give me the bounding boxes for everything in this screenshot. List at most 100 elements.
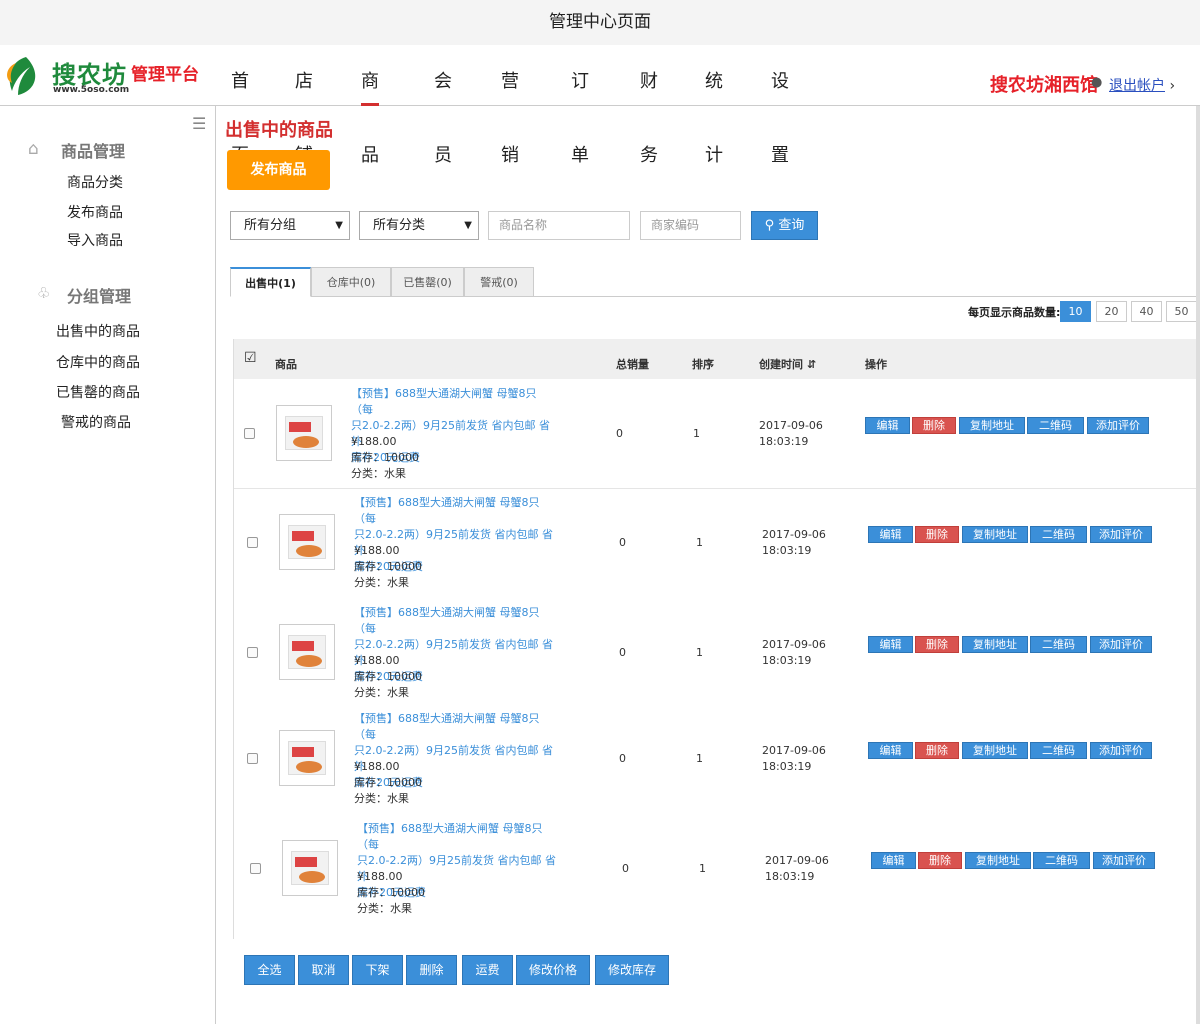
category-select-value: 所有分类 xyxy=(373,218,426,233)
nav-orders[interactable]: 订单 xyxy=(571,45,589,166)
tab-onsale[interactable]: 出售中(1) xyxy=(230,267,311,297)
select-all-checkbox-icon[interactable]: ☑ xyxy=(244,350,257,366)
sort-icon: ⇵ xyxy=(806,358,817,371)
delete-button[interactable]: 删除 xyxy=(915,526,959,543)
nav-marketing[interactable]: 营销 xyxy=(501,45,519,166)
row-checkbox[interactable] xyxy=(247,753,258,764)
product-thumbnail[interactable] xyxy=(279,514,335,570)
nav-finance[interactable]: 财务 xyxy=(640,45,658,166)
qrcode-button[interactable]: 二维码 xyxy=(1030,742,1087,759)
edit-button[interactable]: 编辑 xyxy=(865,417,910,434)
delete-button[interactable]: 删除 xyxy=(918,852,962,869)
add-review-button[interactable]: 添加评价 xyxy=(1090,636,1152,653)
logout-area: ● 退出帐户 › xyxy=(1091,75,1176,95)
delete-button[interactable]: 删除 xyxy=(912,417,956,434)
created-time: 2017-09-06 18:03:19 xyxy=(759,418,823,450)
edit-stock-button[interactable]: 修改库存 xyxy=(595,955,669,985)
scrollbar[interactable] xyxy=(1196,106,1200,1024)
sales-count: 0 xyxy=(616,427,623,440)
publish-button[interactable]: 发布商品 xyxy=(227,150,330,190)
created-time: 2017-09-06 18:03:19 xyxy=(765,853,829,885)
row-actions: 编辑 删除 复制地址 二维码 添加评价 xyxy=(868,636,1158,653)
tab-alert[interactable]: 警戒(0) xyxy=(464,267,534,297)
sidebar-item-categories[interactable]: 商品分类 xyxy=(67,172,123,192)
tab-warehouse[interactable]: 仓库中(0) xyxy=(311,267,391,297)
nav-home[interactable]: 首页 xyxy=(231,45,249,166)
copy-link-button[interactable]: 复制地址 xyxy=(959,417,1025,434)
sidebar-item-publish[interactable]: 发布商品 xyxy=(67,202,123,222)
add-review-button[interactable]: 添加评价 xyxy=(1093,852,1155,869)
page-size-10[interactable]: 10 xyxy=(1060,301,1091,322)
edit-button[interactable]: 编辑 xyxy=(868,636,913,653)
menu-icon[interactable]: ☰ xyxy=(192,114,206,133)
select-all-button[interactable]: 全选 xyxy=(244,955,295,985)
qrcode-button[interactable]: 二维码 xyxy=(1030,636,1087,653)
logo-url: www.5oso.com xyxy=(53,85,130,95)
page-size-label: 每页显示商品数量: xyxy=(968,306,1061,319)
page-size-20[interactable]: 20 xyxy=(1096,301,1127,322)
product-thumbnail[interactable] xyxy=(279,730,335,786)
edit-button[interactable]: 编辑 xyxy=(868,526,913,543)
nav-stats[interactable]: 统计 xyxy=(705,45,723,166)
basket-icon: ♧ xyxy=(37,284,51,302)
shipping-button[interactable]: 运费 xyxy=(462,955,513,985)
row-actions: 编辑 删除 复制地址 二维码 添加评价 xyxy=(865,417,1155,434)
group-select[interactable]: 所有分组 ▼ xyxy=(230,211,350,240)
cancel-button[interactable]: 取消 xyxy=(298,955,349,985)
row-checkbox[interactable] xyxy=(247,647,258,658)
category-select[interactable]: 所有分类 ▼ xyxy=(359,211,479,240)
add-review-button[interactable]: 添加评价 xyxy=(1090,742,1152,759)
tab-soldout[interactable]: 已售罄(0) xyxy=(391,267,464,297)
product-name-line: 【预售】688型大通湖大闸蟹 母蟹8只（每 xyxy=(354,496,540,525)
product-name-input[interactable]: 商品名称 xyxy=(488,211,630,240)
merchant-code-input[interactable]: 商家编码 xyxy=(640,211,741,240)
table-row: 【预售】688型大通湖大闸蟹 母蟹8只（每 只2.0-2.2两）9月25前发货 省… xyxy=(234,601,1198,706)
created-date: 2017-09-06 xyxy=(762,528,826,541)
nav-settings[interactable]: 设置 xyxy=(771,45,789,166)
qrcode-button[interactable]: 二维码 xyxy=(1027,417,1084,434)
sidebar-item-soldout[interactable]: 已售罄的商品 xyxy=(56,382,140,402)
nav-members[interactable]: 会员 xyxy=(434,45,452,166)
sales-count: 0 xyxy=(619,536,626,549)
product-name-line: 【预售】688型大通湖大闸蟹 母蟹8只（每 xyxy=(357,822,543,851)
unlist-button[interactable]: 下架 xyxy=(352,955,403,985)
add-review-button[interactable]: 添加评价 xyxy=(1090,526,1152,543)
chevron-right-icon: › xyxy=(1169,78,1176,94)
header-created[interactable]: 创建时间 ⇵ xyxy=(759,356,816,372)
edit-button[interactable]: 编辑 xyxy=(871,852,916,869)
copy-link-button[interactable]: 复制地址 xyxy=(965,852,1031,869)
qrcode-button[interactable]: 二维码 xyxy=(1033,852,1090,869)
row-checkbox[interactable] xyxy=(247,537,258,548)
nav-products[interactable]: 商品 xyxy=(361,45,379,166)
copy-link-button[interactable]: 复制地址 xyxy=(962,742,1028,759)
sidebar-item-onsale[interactable]: 出售中的商品 xyxy=(56,321,140,341)
row-checkbox[interactable] xyxy=(250,863,261,874)
logout-link[interactable]: 退出帐户 xyxy=(1109,78,1165,94)
row-checkbox[interactable] xyxy=(244,428,255,439)
bulk-delete-button[interactable]: 删除 xyxy=(406,955,457,985)
edit-button[interactable]: 编辑 xyxy=(868,742,913,759)
caret-down-icon: ▼ xyxy=(335,220,343,231)
sidebar: ☰ ⌂ 商品管理 商品分类 发布商品 导入商品 ♧ 分组管理 出售中的商品 仓库… xyxy=(0,106,216,1024)
sidebar-item-import[interactable]: 导入商品 xyxy=(67,230,123,250)
nav-shop[interactable]: 店铺 xyxy=(295,45,313,166)
product-thumbnail[interactable] xyxy=(282,840,338,896)
delete-button[interactable]: 删除 xyxy=(915,742,959,759)
page-size-40[interactable]: 40 xyxy=(1131,301,1162,322)
delete-button[interactable]: 删除 xyxy=(915,636,959,653)
product-name-line: 【预售】688型大通湖大闸蟹 母蟹8只（每 xyxy=(351,387,537,416)
created-clock: 18:03:19 xyxy=(762,654,812,667)
search-button[interactable]: ⚲ 查询 xyxy=(751,211,818,240)
edit-price-button[interactable]: 修改价格 xyxy=(516,955,590,985)
page-size-50[interactable]: 50 xyxy=(1166,301,1197,322)
add-review-button[interactable]: 添加评价 xyxy=(1087,417,1149,434)
sidebar-item-warehouse[interactable]: 仓库中的商品 xyxy=(56,352,140,372)
sidebar-item-alert[interactable]: 警戒的商品 xyxy=(61,412,131,432)
product-price: ¥188.00 xyxy=(351,435,397,448)
logo[interactable]: 搜农坊 www.5oso.com 管理平台 xyxy=(2,53,212,99)
copy-link-button[interactable]: 复制地址 xyxy=(962,636,1028,653)
qrcode-button[interactable]: 二维码 xyxy=(1030,526,1087,543)
product-thumbnail[interactable] xyxy=(276,405,332,461)
copy-link-button[interactable]: 复制地址 xyxy=(962,526,1028,543)
product-thumbnail[interactable] xyxy=(279,624,335,680)
